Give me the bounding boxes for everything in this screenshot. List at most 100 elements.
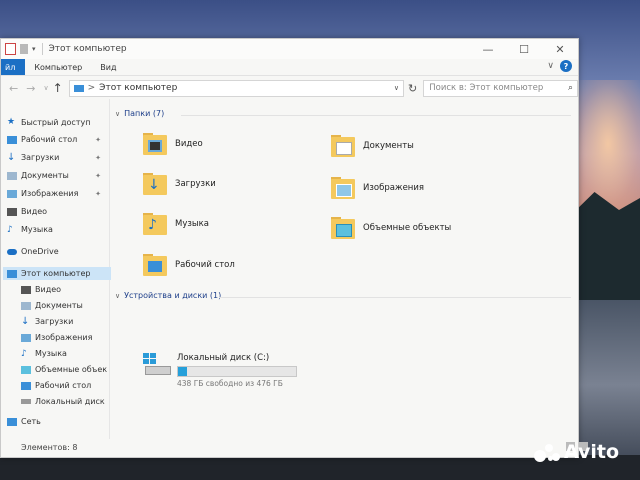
- search-icon[interactable]: ⌕: [568, 83, 573, 93]
- title-bar: ▾ Этот компьютер — ☐ ✕: [1, 39, 578, 59]
- sidebar-item-this-pc[interactable]: Этот компьютер: [3, 267, 111, 280]
- tab-view[interactable]: Вид: [91, 63, 125, 72]
- pictures-icon: [21, 333, 31, 342]
- folder-music[interactable]: ♪ Музыка: [143, 213, 209, 235]
- drive-name: Локальный диск (C:): [177, 353, 270, 363]
- desktop-icon: [21, 381, 31, 390]
- drive-usage-bar: [177, 366, 297, 377]
- folder-video[interactable]: Видео: [143, 133, 203, 155]
- window-controls: — ☐ ✕: [470, 39, 578, 59]
- sidebar-item-pc-3d-objects[interactable]: Объемные объекты: [21, 365, 107, 374]
- folder-3d-objects[interactable]: Объемные объекты: [331, 217, 451, 239]
- music-folder-icon: ♪: [143, 213, 169, 235]
- recent-locations-icon[interactable]: ∨: [43, 84, 48, 92]
- drive-icon: [21, 399, 31, 404]
- pictures-icon: [7, 189, 17, 198]
- sidebar-item-documents[interactable]: Документы ✦: [7, 171, 107, 180]
- avito-watermark: Avito: [534, 441, 619, 463]
- help-icon[interactable]: ?: [560, 60, 572, 72]
- chevron-down-icon: ∨: [115, 109, 121, 118]
- drive-usage-fill: [178, 367, 188, 376]
- search-input[interactable]: Поиск в: Этот компьютер ⌕: [423, 79, 578, 97]
- chevron-down-icon: ∨: [115, 291, 121, 300]
- navigation-bar: ← → ∨ ↑ > Этот компьютер ∨ ↻ Поиск в: Эт…: [1, 76, 578, 100]
- avito-logo-icon: [534, 442, 562, 462]
- sidebar-item-pc-pictures[interactable]: Изображения: [21, 333, 107, 342]
- sidebar-item-pc-documents[interactable]: Документы: [21, 301, 107, 310]
- forward-button[interactable]: →: [26, 82, 35, 95]
- sidebar-item-pc-local-disk[interactable]: Локальный диск (C: [21, 397, 107, 406]
- breadcrumb-separator[interactable]: >: [88, 83, 96, 93]
- pin-icon: ✦: [95, 153, 101, 162]
- sidebar-item-quick-access[interactable]: ★ Быстрый доступ: [7, 117, 107, 127]
- title-separator: [41, 43, 43, 55]
- music-icon: ♪: [7, 224, 13, 235]
- drives-group-header[interactable]: ∨ Устройства и диски (1): [115, 291, 221, 300]
- 3d-objects-folder-icon: [331, 217, 357, 239]
- folder-downloads[interactable]: ↓ Загрузки: [143, 173, 216, 195]
- video-icon: [7, 207, 17, 216]
- documents-folder-icon: [331, 135, 357, 157]
- documents-icon: [7, 171, 17, 180]
- desktop-folder-icon: [143, 254, 169, 276]
- folders-group-header[interactable]: ∨ Папки (7): [115, 109, 164, 118]
- video-folder-icon: [143, 133, 169, 155]
- sidebar-item-pc-downloads[interactable]: ↓ Загрузки: [21, 315, 107, 327]
- address-dropdown-icon[interactable]: ∨: [394, 84, 399, 92]
- avito-logo-text: Avito: [564, 441, 620, 463]
- ribbon-collapse-icon[interactable]: ∨: [547, 61, 554, 71]
- windows-drive-icon: [143, 353, 171, 375]
- close-button[interactable]: ✕: [542, 39, 578, 59]
- computer-icon: [7, 269, 17, 278]
- sidebar-item-pc-music[interactable]: ♪ Музыка: [21, 349, 107, 358]
- downloads-folder-icon: ↓: [143, 173, 169, 195]
- quick-access-toolbar-dropdown-icon[interactable]: ▾: [32, 45, 36, 53]
- star-icon: ★: [7, 117, 16, 127]
- music-icon: ♪: [21, 348, 27, 359]
- breadcrumb-this-pc[interactable]: Этот компьютер: [99, 83, 177, 93]
- minimize-button[interactable]: —: [470, 39, 506, 59]
- download-icon: ↓: [7, 151, 16, 163]
- folder-desktop[interactable]: Рабочий стол: [143, 254, 235, 276]
- drive-free-space: 438 ГБ свободно из 476 ГБ: [177, 379, 283, 388]
- explorer-window: ▾ Этот компьютер — ☐ ✕ йл Компьютер Вид …: [0, 38, 588, 458]
- desktop-icon: [7, 135, 17, 144]
- folder-documents[interactable]: Документы: [331, 135, 414, 157]
- sidebar-item-downloads[interactable]: ↓ Загрузки ✦: [7, 151, 107, 163]
- back-button[interactable]: ←: [9, 82, 18, 95]
- ribbon-tabs: йл Компьютер Вид ∨ ?: [1, 59, 578, 76]
- group-divider: [219, 297, 571, 298]
- sidebar-item-music[interactable]: ♪ Музыка: [7, 225, 107, 234]
- pin-icon: ✦: [95, 189, 101, 198]
- sidebar-item-pc-video[interactable]: Видео: [21, 285, 107, 294]
- video-icon: [21, 285, 31, 294]
- cloud-icon: [7, 248, 17, 255]
- address-bar[interactable]: > Этот компьютер ∨: [68, 79, 405, 97]
- up-button[interactable]: ↑: [53, 81, 63, 95]
- status-bar: Элементов: 8: [1, 439, 598, 455]
- search-placeholder: Поиск в: Этот компьютер: [429, 83, 544, 93]
- new-folder-icon[interactable]: [20, 44, 28, 54]
- tab-file[interactable]: йл: [1, 59, 26, 75]
- group-divider: [181, 115, 571, 116]
- navigation-pane: ★ Быстрый доступ Рабочий стол ✦ ↓ Загруз…: [1, 99, 111, 439]
- computer-icon: [73, 84, 84, 92]
- 3d-objects-icon: [21, 365, 31, 374]
- sidebar-item-pc-desktop[interactable]: Рабочий стол: [21, 381, 107, 390]
- sidebar-item-network[interactable]: Сеть: [7, 417, 107, 426]
- sidebar-item-video[interactable]: Видео: [7, 207, 107, 216]
- main-area: ★ Быстрый доступ Рабочий стол ✦ ↓ Загруз…: [1, 99, 578, 439]
- pictures-folder-icon: [331, 177, 357, 199]
- properties-icon[interactable]: [5, 43, 16, 55]
- refresh-button[interactable]: ↻: [408, 82, 417, 95]
- tab-computer[interactable]: Компьютер: [25, 63, 91, 72]
- sidebar-item-pictures[interactable]: Изображения ✦: [7, 189, 107, 198]
- maximize-button[interactable]: ☐: [506, 39, 542, 59]
- download-icon: ↓: [21, 315, 30, 327]
- sidebar-item-onedrive[interactable]: OneDrive: [7, 247, 107, 256]
- ribbon-right: ∨ ?: [547, 60, 572, 72]
- drive-c[interactable]: Локальный диск (C:) 438 ГБ свободно из 4…: [143, 353, 297, 388]
- sidebar-item-desktop[interactable]: Рабочий стол ✦: [7, 135, 107, 144]
- item-count: Элементов: 8: [21, 442, 78, 452]
- folder-pictures[interactable]: Изображения: [331, 177, 424, 199]
